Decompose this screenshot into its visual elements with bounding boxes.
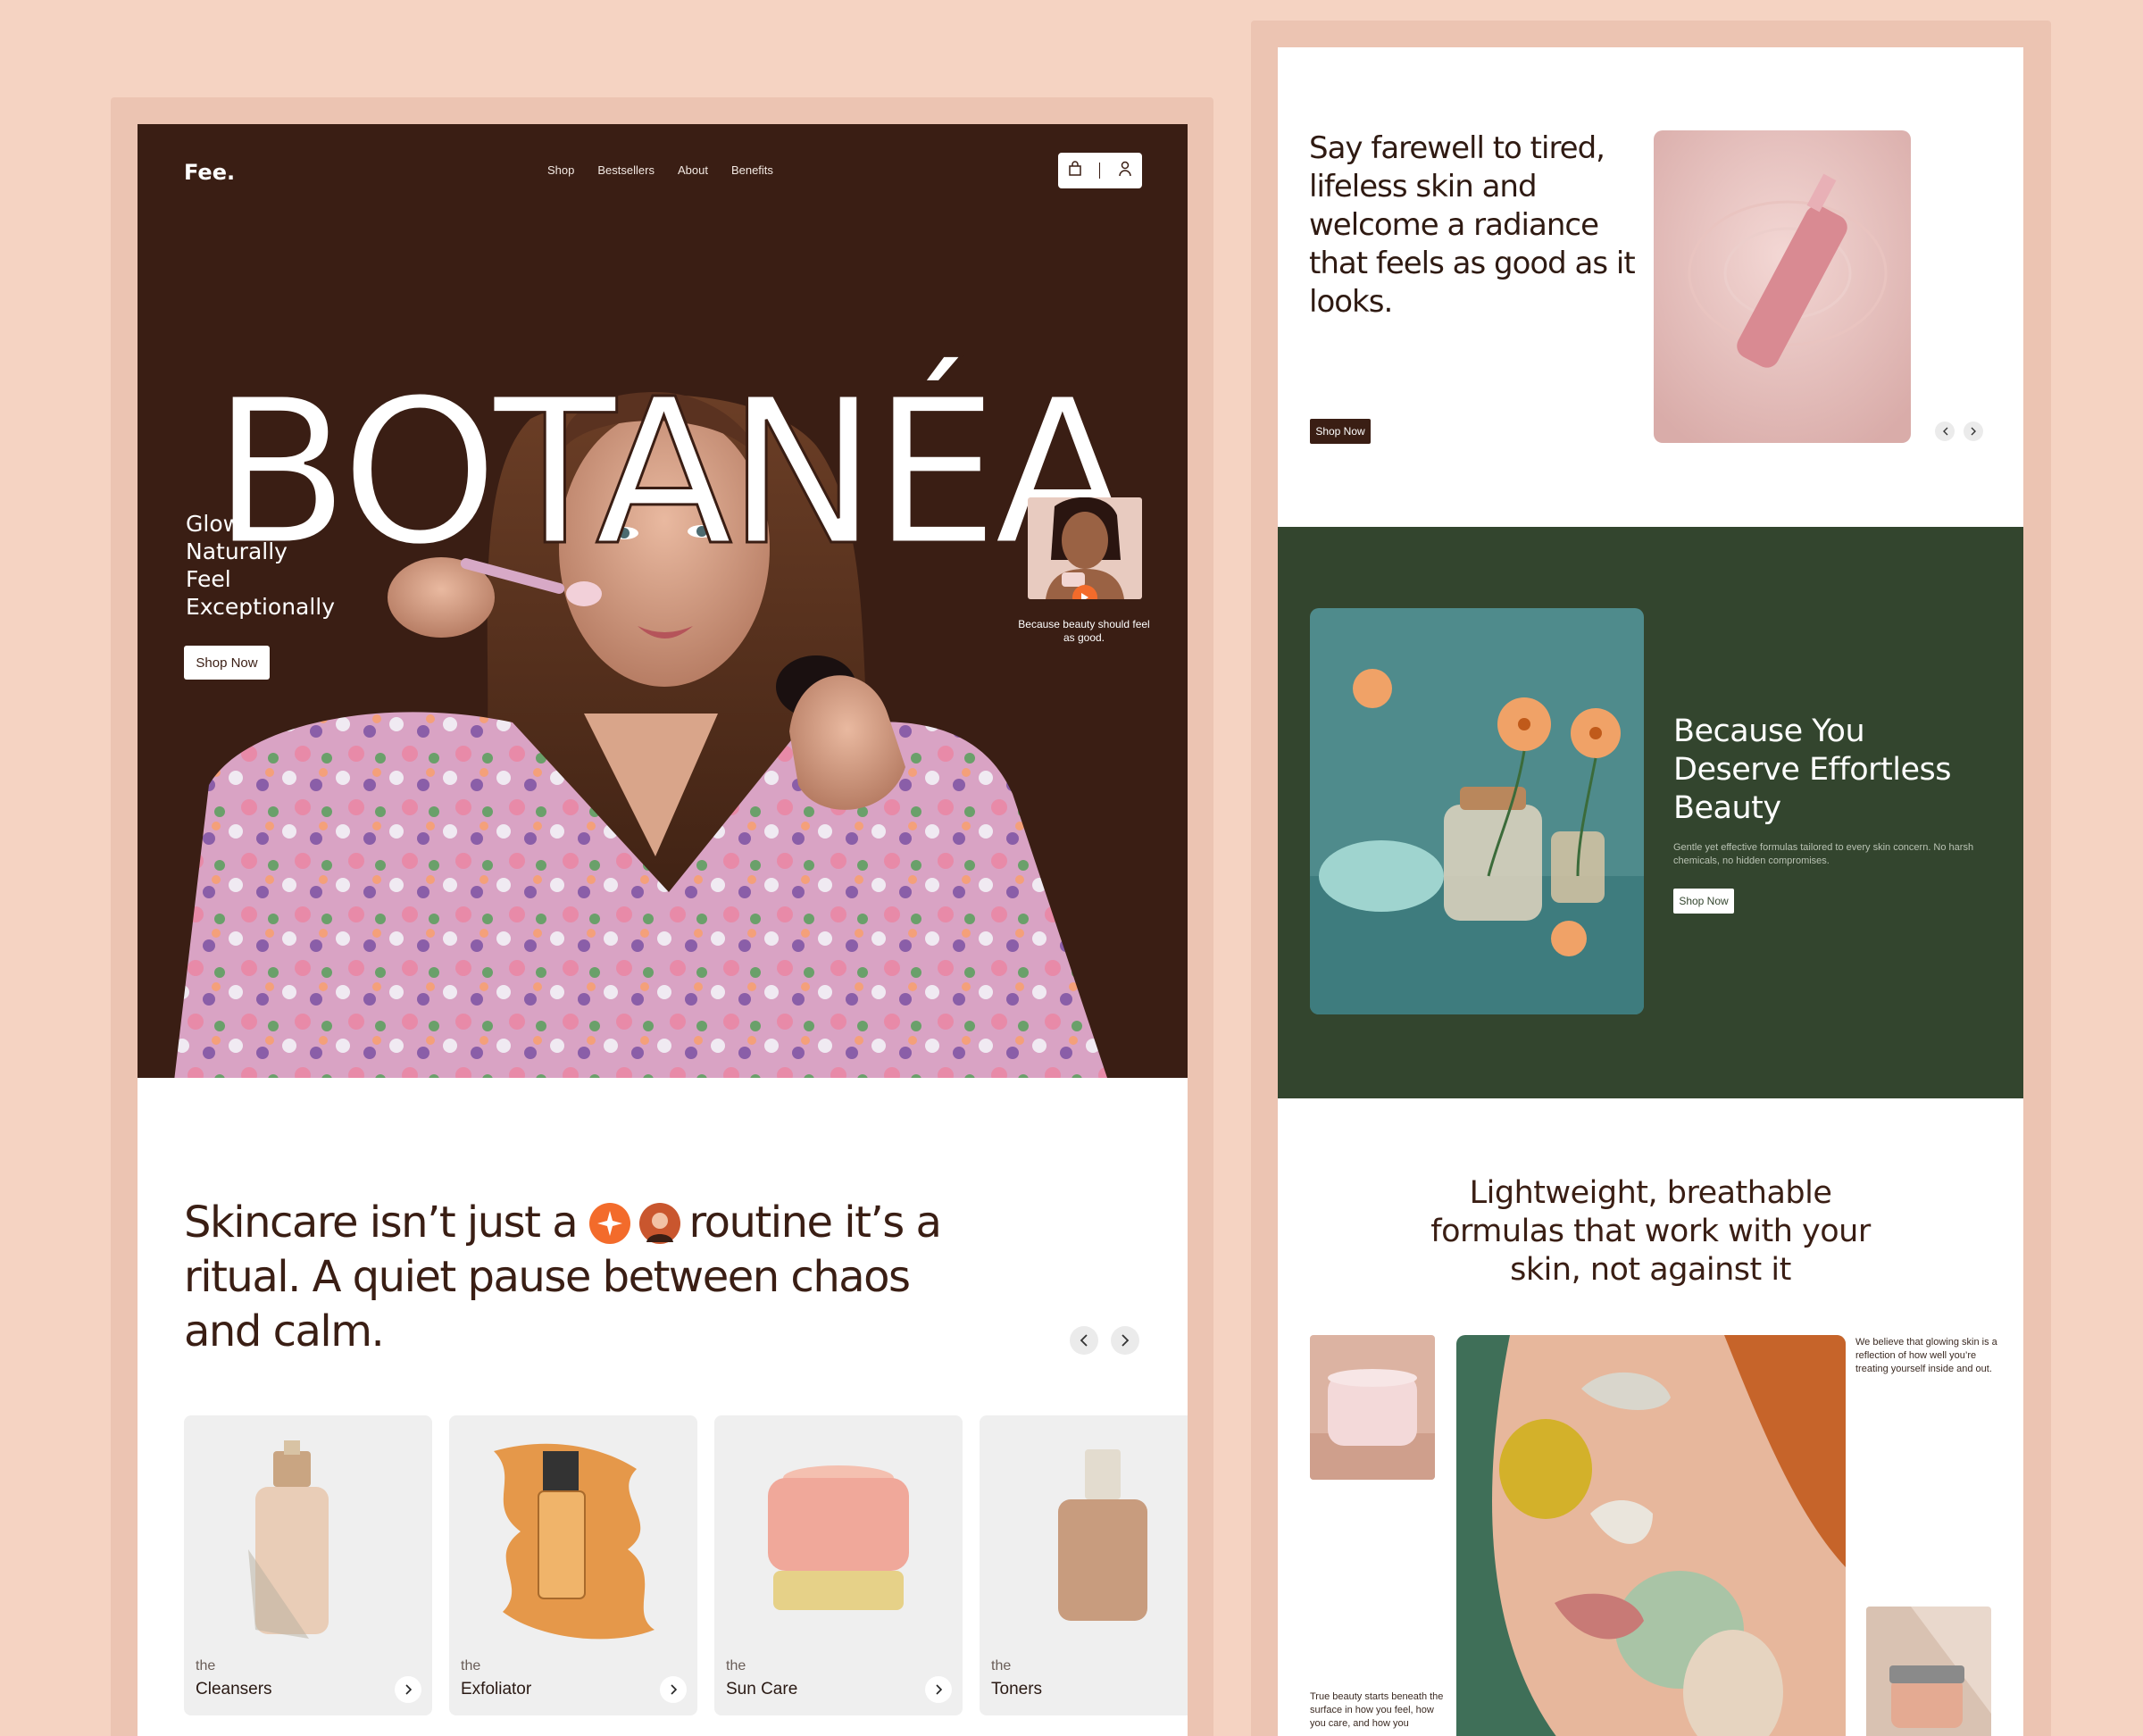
- carousel-prev-button[interactable]: [1070, 1326, 1098, 1355]
- card-prefix: the: [726, 1658, 746, 1673]
- true-beauty-text: True beauty starts beneath the surface i…: [1310, 1691, 1444, 1729]
- hero-shop-now-button[interactable]: Shop Now: [184, 646, 270, 680]
- nav-about[interactable]: About: [678, 163, 708, 177]
- cream-jar-photo: [1310, 1335, 1435, 1480]
- farewell-heading: Say farewell to tired, lifeless skin and…: [1309, 130, 1636, 320]
- header-actions: [1058, 153, 1142, 188]
- nav-bestsellers[interactable]: Bestsellers: [597, 163, 655, 177]
- cleanser-bottle-image: [248, 1440, 329, 1639]
- nav-shop[interactable]: Shop: [547, 163, 574, 177]
- chevron-right-icon: [405, 1684, 412, 1695]
- header-divider: [1099, 163, 1101, 179]
- tagline-line: Feel: [186, 566, 231, 592]
- benefits-subtext: Gentle yet effective formulas tailored t…: [1673, 842, 1974, 866]
- formulas-heading: Lightweight, breathable formulas that wo…: [1430, 1175, 1871, 1288]
- video-thumbnail[interactable]: [1028, 497, 1142, 599]
- chevron-right-icon: [936, 1684, 942, 1695]
- main-nav: Shop Bestsellers About Benefits: [547, 163, 773, 177]
- card-title: Exfoliator: [461, 1680, 532, 1698]
- logo[interactable]: Fee.: [184, 160, 235, 185]
- benefits-heading: Because You Deserve Effortless Beauty: [1673, 714, 1952, 826]
- toner-bottle-image: [1058, 1449, 1147, 1621]
- carousel-next-button[interactable]: [1111, 1326, 1139, 1355]
- bag-icon[interactable]: [1068, 160, 1082, 181]
- tagline-line: Naturally: [186, 538, 288, 564]
- brand-text: BOTANÉA: [212, 355, 1130, 587]
- belief-statement: We believe that glowing skin is a reflec…: [1855, 1337, 1997, 1374]
- category-card-toners[interactable]: the Toners: [980, 1415, 1188, 1715]
- landing-page-right: Say farewell to tired, lifeless skin and…: [1278, 47, 2023, 1736]
- card-arrow-button[interactable]: [660, 1676, 687, 1703]
- serum-prev-button[interactable]: [1935, 421, 1955, 441]
- card-title: Sun Care: [726, 1680, 798, 1698]
- exfoliator-image: [494, 1443, 655, 1640]
- hero-tagline: Glow Naturally Feel Exceptionally: [186, 510, 335, 621]
- chevron-left-icon: [1942, 427, 1947, 436]
- benefits-section: Because You Deserve Effortless Beauty Ge…: [1278, 527, 2023, 1098]
- moisturizer-jar-photo: [1866, 1607, 1991, 1736]
- user-icon[interactable]: [1118, 161, 1132, 181]
- serum-photo: [1654, 130, 1911, 443]
- hero-section: Fee. Shop Bestsellers About Benefits BOT…: [138, 124, 1188, 1078]
- landing-page-left: Fee. Shop Bestsellers About Benefits BOT…: [138, 124, 1188, 1736]
- intro-text-start: Skincare isn’t just a: [184, 1198, 579, 1248]
- video-caption: Because beauty should feel as good.: [1018, 618, 1150, 644]
- avatar-icon: [638, 1203, 680, 1244]
- card-title: Toners: [991, 1680, 1043, 1698]
- chevron-right-icon: [1971, 427, 1976, 436]
- card-arrow-button[interactable]: [925, 1676, 952, 1703]
- tagline-line: Exceptionally: [186, 594, 336, 620]
- card-arrow-button[interactable]: [395, 1676, 421, 1703]
- intro-statement: Skincare isn’t just a routine it’s a rit…: [184, 1196, 988, 1359]
- card-title: Cleansers: [196, 1680, 272, 1698]
- sun-care-jar-image: [768, 1465, 909, 1610]
- farewell-shop-now-button[interactable]: Shop Now: [1310, 419, 1371, 444]
- card-prefix: the: [196, 1658, 216, 1673]
- tagline-line: Glow: [186, 511, 242, 537]
- category-card-sun-care[interactable]: the Sun Care: [714, 1415, 963, 1715]
- sparkle-icon: [588, 1203, 630, 1244]
- chevron-right-icon: [1122, 1334, 1130, 1347]
- face-mask-photo: [1456, 1335, 1846, 1736]
- category-card-exfoliator[interactable]: the Exfoliator: [449, 1415, 697, 1715]
- card-prefix: the: [991, 1658, 1012, 1673]
- nav-benefits[interactable]: Benefits: [731, 163, 773, 177]
- chevron-left-icon: [1080, 1334, 1088, 1347]
- serum-next-button[interactable]: [1964, 421, 1983, 441]
- card-prefix: the: [461, 1658, 481, 1673]
- benefits-shop-now-button[interactable]: Shop Now: [1673, 889, 1734, 914]
- botanical-jars-photo: [1310, 608, 1644, 1014]
- category-card-cleansers[interactable]: the Cleansers: [184, 1415, 432, 1715]
- chevron-right-icon: [671, 1684, 677, 1695]
